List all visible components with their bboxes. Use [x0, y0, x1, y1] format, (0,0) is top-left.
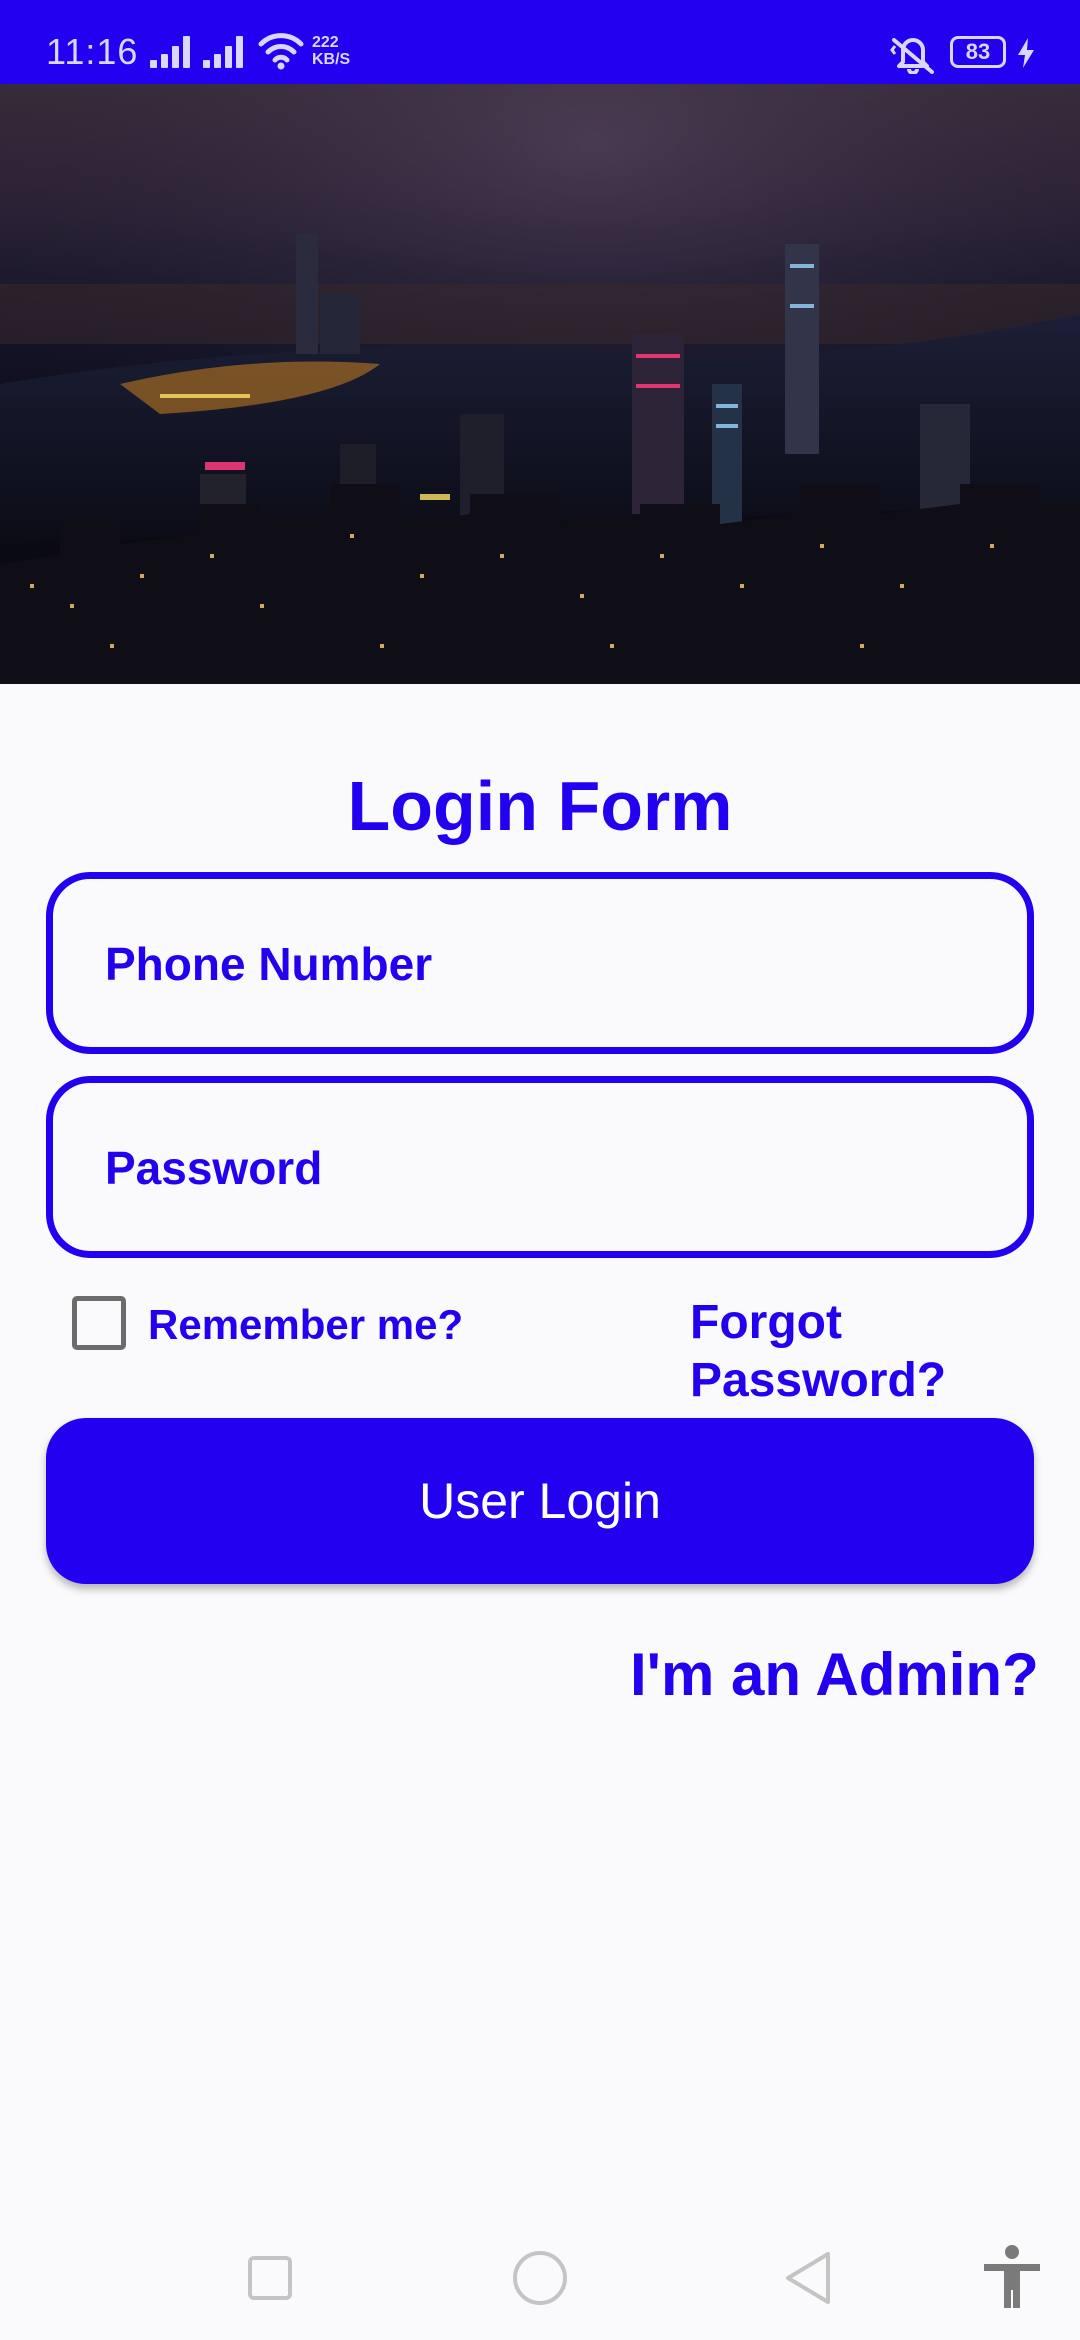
phone-number-input[interactable]: [103, 879, 967, 1049]
network-speed-unit: KB/S: [312, 51, 351, 68]
recents-icon[interactable]: [230, 2238, 310, 2318]
status-bar: 11:16 222 KB/S 83: [0, 0, 1080, 84]
charging-icon: [1018, 38, 1034, 68]
status-time: 11:16: [46, 31, 139, 72]
remember-me-checkbox[interactable]: [72, 1296, 126, 1350]
remember-me-label[interactable]: Remember me?: [148, 1302, 463, 1348]
network-speed-value: 222: [312, 34, 339, 51]
page-title: Login Form: [347, 767, 733, 845]
accessibility-icon[interactable]: [972, 2238, 1052, 2318]
signal-icon: [150, 36, 190, 68]
admin-login-link[interactable]: I'm an Admin?: [630, 1640, 1039, 1710]
wifi-icon: [258, 33, 304, 70]
phone-number-field[interactable]: [46, 872, 1034, 1054]
back-icon[interactable]: [770, 2238, 850, 2318]
battery-icon: 83: [950, 36, 1006, 68]
forgot-password-link[interactable]: Forgot Password?: [690, 1294, 990, 1410]
navigation-bar: [0, 2220, 1080, 2340]
password-field[interactable]: [46, 1076, 1034, 1258]
network-speed: 222 KB/S: [312, 34, 372, 68]
home-icon[interactable]: [500, 2238, 580, 2318]
night-city-skyline-image: [0, 84, 1080, 684]
user-login-button[interactable]: User Login: [46, 1418, 1034, 1584]
skyline-illustration: [0, 84, 1080, 684]
password-input[interactable]: [103, 1083, 967, 1253]
vibrate-off-icon: [890, 38, 934, 74]
signal-icon: [203, 36, 243, 68]
